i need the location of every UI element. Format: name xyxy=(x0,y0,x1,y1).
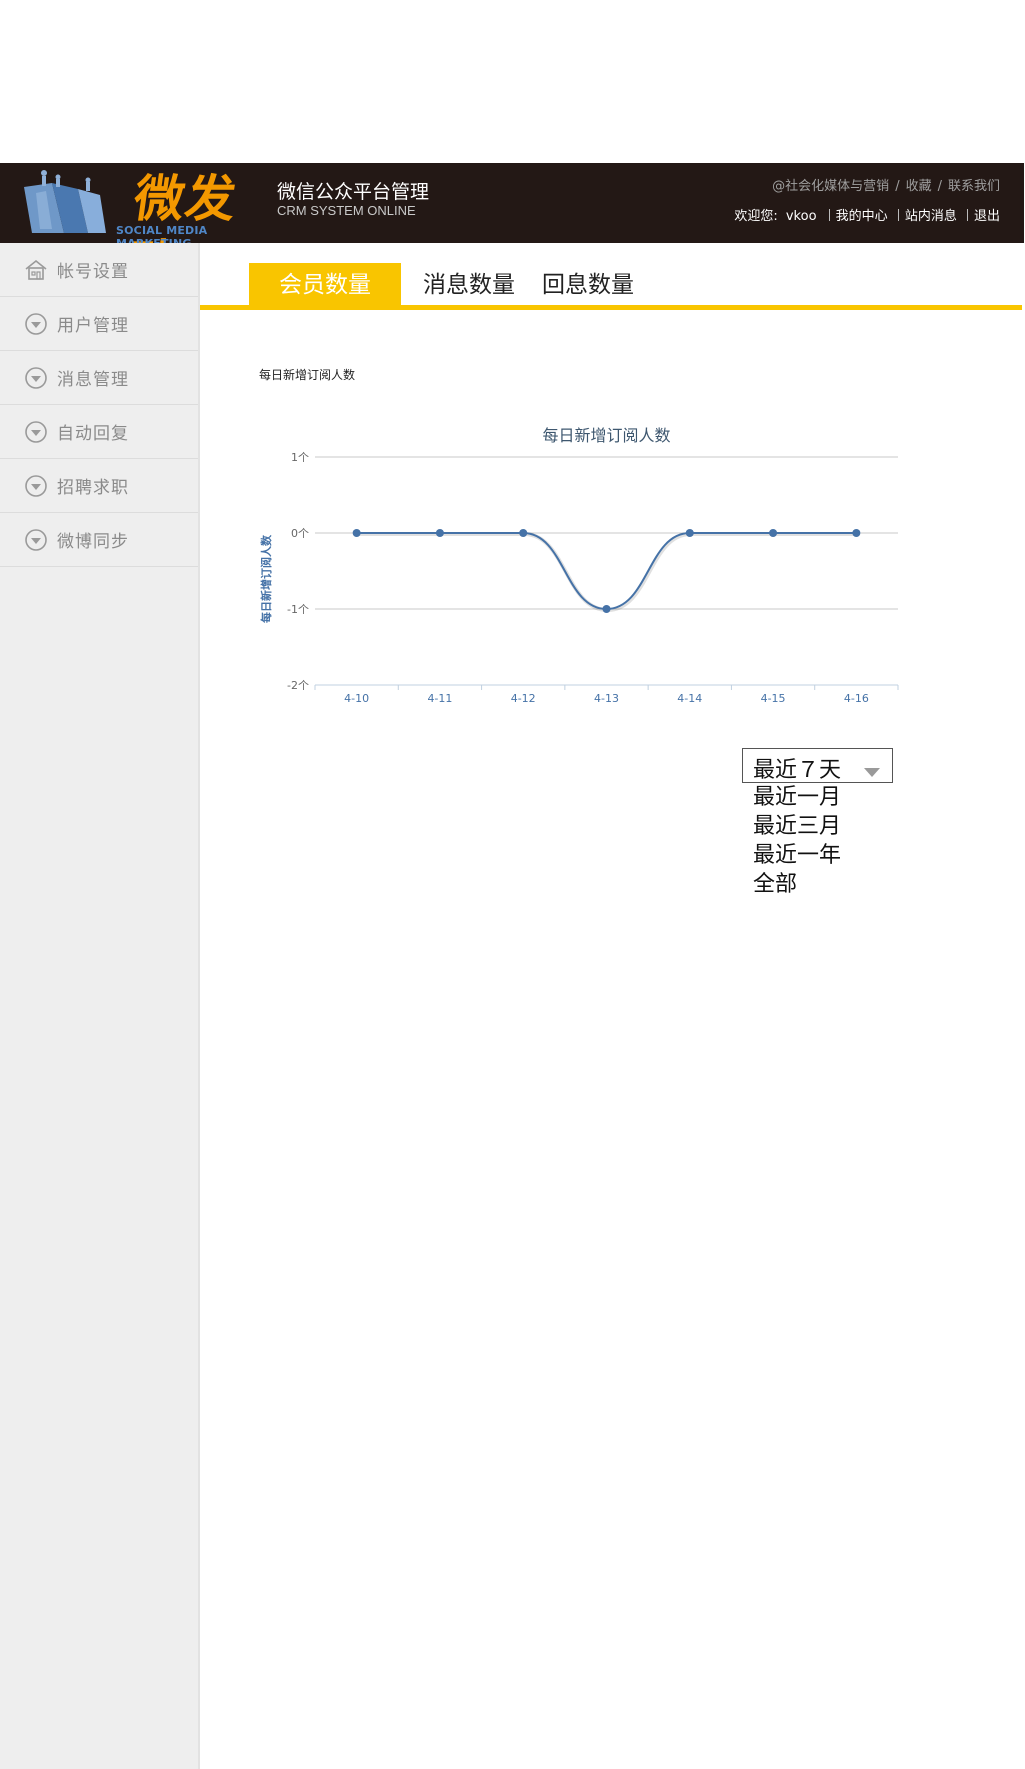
sidebar-item-label: 微博同步 xyxy=(57,532,129,552)
sidebar-item-label: 用户管理 xyxy=(57,316,129,336)
x-tick-label: 4-13 xyxy=(594,692,619,705)
x-tick-label: 4-16 xyxy=(844,692,869,705)
link-my-center[interactable]: 我的中心 xyxy=(836,209,888,224)
series-line-shadow xyxy=(357,532,858,613)
logo[interactable]: 微发动 SOCIAL MEDIA MARKETING xyxy=(22,169,267,292)
range-options: 最近一月 最近三月 最近一年 全部 xyxy=(753,783,841,899)
chevron-down-icon xyxy=(864,763,880,777)
site-title: 微信公众平台管理 xyxy=(277,181,430,203)
chevron-down-circle-icon xyxy=(24,420,48,444)
data-point xyxy=(435,529,444,537)
x-tick-label: 4-10 xyxy=(344,692,369,705)
sidebar-item-recruitment[interactable]: 招聘求职 xyxy=(0,459,198,513)
sidebar: 帐号设置 用户管理 消息管理 自动回复 招聘求职 微博同步 xyxy=(0,243,200,1769)
y-tick-label: 1个 xyxy=(291,451,309,464)
y-axis-title: 每日新增订阅人数 xyxy=(259,534,273,623)
link-social-media[interactable]: @社会化媒体与营销 xyxy=(772,179,889,194)
sidebar-item-label: 消息管理 xyxy=(57,370,129,390)
y-tick-label: 0个 xyxy=(291,527,309,540)
data-point xyxy=(602,605,611,613)
tab-underline xyxy=(200,305,1022,310)
data-point xyxy=(519,529,528,537)
range-option-year[interactable]: 最近一年 xyxy=(753,841,841,870)
tab-message-count[interactable]: 消息数量 xyxy=(423,263,515,305)
chevron-down-circle-icon xyxy=(24,312,48,336)
user-bar: 欢迎您: vkoo 我的中心 站内消息 退出 xyxy=(734,205,1000,224)
link-site-messages[interactable]: 站内消息 xyxy=(905,209,957,224)
page: 微发动 SOCIAL MEDIA MARKETING 微信公众平台管理 CRM … xyxy=(0,0,1025,1769)
tab-bar: 会员数量 消息数量 回息数量 xyxy=(200,263,1022,311)
range-option-three-months[interactable]: 最近三月 xyxy=(753,812,841,841)
link-logout[interactable]: 退出 xyxy=(974,209,1000,224)
chart-svg: 每日新增订阅人数 1个 0个 -1个 -2个 4-10 4-11 4-12 4-13 4-14 4-… xyxy=(259,426,899,705)
chevron-down-circle-icon xyxy=(24,366,48,390)
username: vkoo xyxy=(785,209,817,224)
range-option-all[interactable]: 全部 xyxy=(753,870,841,899)
x-tick-label: 4-11 xyxy=(427,692,452,705)
sidebar-item-label: 招聘求职 xyxy=(57,478,129,498)
line-chart: 每日新增订阅人数 1个 0个 -1个 -2个 4-10 4-11 4-12 4-13 4-14 4-… xyxy=(240,410,920,710)
separator: / xyxy=(895,179,900,194)
separator: / xyxy=(937,179,942,194)
x-tick-label: 4-15 xyxy=(761,692,786,705)
data-point xyxy=(852,529,861,537)
chevron-down-circle-icon xyxy=(24,474,48,498)
range-option-month[interactable]: 最近一月 xyxy=(753,783,841,812)
link-contact-us[interactable]: 联系我们 xyxy=(948,179,1000,194)
divider xyxy=(897,209,899,221)
link-bookmark[interactable]: 收藏 xyxy=(906,179,932,194)
site-subtitle: CRM SYSTEM ONLINE xyxy=(277,203,416,218)
logo-building-graphic xyxy=(24,170,106,233)
sidebar-item-auto-reply[interactable]: 自动回复 xyxy=(0,405,198,459)
sidebar-item-label: 帐号设置 xyxy=(57,262,129,282)
welcome-label: 欢迎您: xyxy=(734,209,778,224)
range-select-value: 最近７天 xyxy=(753,758,842,783)
data-point xyxy=(352,529,361,537)
data-point xyxy=(769,529,778,537)
sidebar-item-user-management[interactable]: 用户管理 xyxy=(0,297,198,351)
x-tick-label: 4-14 xyxy=(677,692,702,705)
y-tick-label: -1个 xyxy=(287,603,309,616)
range-select[interactable]: 最近７天 xyxy=(742,748,893,783)
tab-member-count[interactable]: 会员数量 xyxy=(249,263,401,305)
sidebar-item-account-settings[interactable]: 帐号设置 xyxy=(0,243,198,297)
sidebar-item-message-management[interactable]: 消息管理 xyxy=(0,351,198,405)
sidebar-item-label: 自动回复 xyxy=(57,424,129,444)
chevron-down-circle-icon xyxy=(24,528,48,552)
x-tick-label: 4-12 xyxy=(511,692,536,705)
y-tick-label: -2个 xyxy=(287,679,309,692)
sidebar-item-weibo-sync[interactable]: 微博同步 xyxy=(0,513,198,567)
top-links: @社会化媒体与营销 / 收藏 / 联系我们 xyxy=(772,175,1000,194)
tab-reply-count[interactable]: 回息数量 xyxy=(542,263,634,305)
data-point xyxy=(685,529,694,537)
series-line xyxy=(356,532,857,611)
divider xyxy=(966,209,968,221)
divider xyxy=(828,209,830,221)
top-header: 微发动 SOCIAL MEDIA MARKETING 微信公众平台管理 CRM … xyxy=(0,163,1024,292)
chart-title: 每日新增订阅人数 xyxy=(542,426,670,445)
chart-caption: 每日新增订阅人数 xyxy=(259,368,356,382)
home-icon xyxy=(24,258,48,282)
